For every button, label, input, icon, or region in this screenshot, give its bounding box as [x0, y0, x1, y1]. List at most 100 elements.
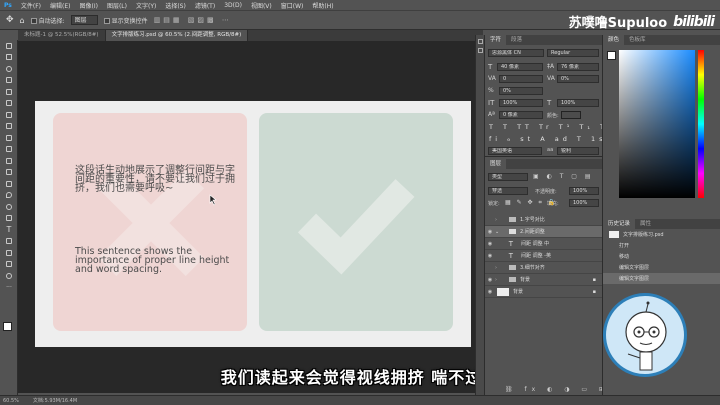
hue-slider[interactable]: [698, 50, 704, 198]
text-color-swatch[interactable]: [561, 111, 581, 119]
history-item[interactable]: 编辑文字图层: [603, 262, 720, 273]
font-size-input[interactable]: 40 像素: [497, 63, 543, 71]
blend-mode-select[interactable]: 穿透: [488, 187, 528, 195]
transform-checkbox[interactable]: [103, 18, 110, 24]
anti-alias-select[interactable]: 锐利: [557, 147, 599, 155]
menu-edit[interactable]: 编辑(E): [50, 1, 70, 10]
path-select-tool[interactable]: [0, 236, 18, 248]
stamp-tool[interactable]: [0, 144, 18, 156]
move-tool[interactable]: [0, 40, 18, 52]
language-select[interactable]: 美国英语: [488, 147, 542, 155]
color-panel-foreground[interactable]: [607, 51, 616, 60]
tab-properties[interactable]: 属性: [635, 219, 656, 229]
font-style-select[interactable]: Regular: [547, 49, 599, 57]
layer-name: 背景: [520, 277, 531, 283]
tab-typography-practice[interactable]: 文字排版练习.psd @ 60.5% (2.间距调整, RGB/8#): [105, 30, 249, 41]
history-item[interactable]: 移动: [603, 251, 720, 262]
good-example-card[interactable]: [259, 113, 453, 331]
foreground-background-swatch[interactable]: [3, 322, 17, 336]
tab-untitled[interactable]: 未标题-1 @ 52.5%(RGB/8#): [18, 30, 106, 41]
auto-select-option[interactable]: 自动选择:: [30, 16, 65, 25]
proportional-spacing-input[interactable]: 0%: [499, 87, 543, 95]
gradient-tool[interactable]: [0, 178, 18, 190]
menu-view[interactable]: 视图(V): [251, 1, 272, 10]
history-item[interactable]: 打开: [603, 240, 720, 251]
layer-row[interactable]: ◉ ⌄ 2.间距调整: [485, 226, 602, 238]
eyedropper-tool[interactable]: [0, 109, 18, 121]
lasso-tool[interactable]: [0, 63, 18, 75]
transform-option[interactable]: 显示变换控件: [103, 16, 148, 25]
panel-toggle-icon[interactable]: [478, 39, 483, 44]
menu-layer[interactable]: 图层(L): [107, 1, 127, 10]
tab-history[interactable]: 历史记录: [603, 219, 636, 229]
horizontal-scale-input[interactable]: 100%: [557, 99, 599, 107]
fill-input[interactable]: 100%: [569, 199, 599, 207]
history-brush-tool[interactable]: [0, 155, 18, 167]
brush-tool[interactable]: [0, 132, 18, 144]
menu-type[interactable]: 文字(Y): [136, 1, 156, 10]
hand-tool[interactable]: [0, 259, 18, 271]
menu-3d[interactable]: 3D(D): [224, 2, 242, 9]
tab-swatches[interactable]: 色板库: [624, 35, 651, 45]
auto-select-checkbox[interactable]: [30, 18, 37, 24]
tab-color[interactable]: 颜色: [603, 35, 625, 45]
menu-filter[interactable]: 滤镜(T): [195, 1, 215, 10]
bad-example-card[interactable]: [53, 113, 247, 331]
baseline-shift-input[interactable]: 0 像素: [499, 111, 543, 119]
shape-tool[interactable]: [0, 247, 18, 259]
menu-file[interactable]: 文件(F): [21, 1, 41, 10]
tab-character[interactable]: 字符: [485, 35, 507, 45]
leading-input[interactable]: 76 像素: [557, 63, 599, 71]
menu-window[interactable]: 窗口(W): [281, 1, 304, 10]
dodge-tool[interactable]: [0, 201, 18, 213]
home-icon[interactable]: ⌂: [20, 16, 25, 25]
chinese-sample-text[interactable]: 这段话生动地展示了调整行间距与字间距的重要性，请不要让我们过于拥挤，我们也需要呼…: [75, 166, 235, 194]
healing-tool[interactable]: [0, 121, 18, 133]
tab-paragraph[interactable]: 段落: [506, 35, 527, 45]
eraser-tool[interactable]: [0, 167, 18, 179]
filter-icons[interactable]: ▣ ◐ T ▢ ▤: [533, 173, 594, 180]
quick-select-tool[interactable]: [0, 75, 18, 87]
visibility-icon[interactable]: ◉: [485, 253, 495, 259]
crop-tool[interactable]: [0, 86, 18, 98]
visibility-icon[interactable]: ◉: [485, 277, 495, 283]
layer-row[interactable]: › 3.细节对齐: [485, 262, 602, 274]
layer-row[interactable]: ◉ 背景 ▪: [485, 286, 602, 298]
color-picker-field[interactable]: [619, 50, 695, 198]
kerning-input[interactable]: 0: [499, 75, 543, 83]
menu-help[interactable]: 帮助(H): [312, 1, 333, 10]
layer-row[interactable]: › 1.字号对比: [485, 214, 602, 226]
layer-row[interactable]: ◉ › 背景 ▪: [485, 274, 602, 286]
type-tool[interactable]: T: [0, 224, 18, 236]
tab-layers[interactable]: 图层: [485, 159, 507, 169]
blur-tool[interactable]: [0, 190, 18, 202]
opacity-input[interactable]: 100%: [569, 187, 599, 195]
pen-tool[interactable]: [0, 213, 18, 225]
layer-row[interactable]: ◉ T 间距 调整 -英: [485, 250, 602, 262]
panel-toggle-icon[interactable]: [478, 48, 483, 53]
auto-select-dropdown[interactable]: 图层: [70, 15, 98, 25]
history-snapshot[interactable]: 文字排版练习.psd: [603, 229, 720, 240]
layer-filter-select[interactable]: 类型: [488, 173, 528, 181]
layer-name: 3.细节对齐: [520, 265, 545, 271]
menu-select[interactable]: 选择(S): [165, 1, 186, 10]
visibility-icon[interactable]: ◉: [485, 289, 495, 295]
zoom-level[interactable]: 60.5%: [3, 398, 19, 404]
foreground-color[interactable]: [3, 322, 12, 331]
visibility-icon[interactable]: ◉: [485, 241, 495, 247]
menu-image[interactable]: 图像(I): [80, 1, 98, 10]
visibility-icon[interactable]: ◉: [485, 229, 495, 235]
marquee-tool[interactable]: [0, 52, 18, 64]
vertical-scale-input[interactable]: 100%: [499, 99, 543, 107]
zoom-tool[interactable]: [0, 270, 18, 282]
layer-row[interactable]: ◉ T 间距 调整 中: [485, 238, 602, 250]
english-sample-text[interactable]: This sentence shows the importance of pr…: [75, 247, 235, 275]
frame-tool[interactable]: [0, 98, 18, 110]
text-layer-icon: T: [508, 251, 513, 260]
align-icons[interactable]: ▥▤▦ ▧▨▩ ⋯: [154, 16, 232, 24]
font-family-select[interactable]: 思源黑体 CN: [488, 49, 544, 57]
more-tools[interactable]: ···: [0, 282, 18, 294]
move-tool-icon[interactable]: ✥: [6, 15, 14, 25]
tracking-input[interactable]: 0%: [557, 75, 599, 83]
history-item[interactable]: 编辑文字图层: [603, 273, 720, 284]
